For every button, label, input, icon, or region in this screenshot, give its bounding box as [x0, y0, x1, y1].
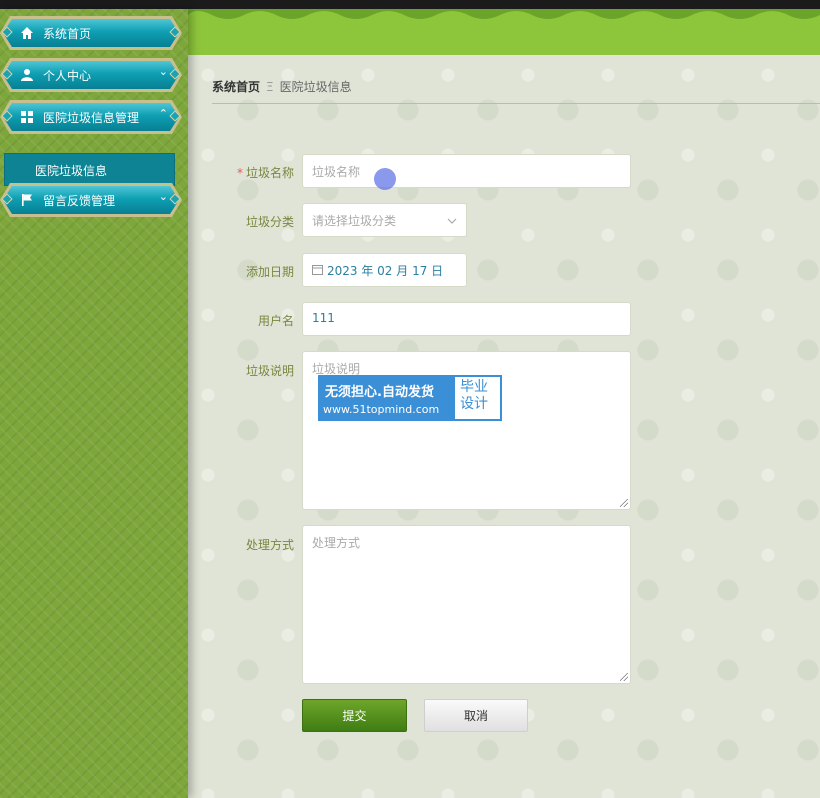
handling-textarea[interactable]: 处理方式: [302, 525, 631, 684]
cancel-button[interactable]: 取消: [424, 699, 528, 732]
watermark-line2: www.51topmind.com: [323, 403, 440, 416]
sidebar-item-personal-center[interactable]: 个人中心 ⌄: [0, 58, 182, 92]
header-banner: [188, 9, 820, 55]
chevron-down-icon: ⌄: [158, 65, 168, 78]
home-icon: [20, 26, 34, 40]
watermark-badge: 无须担心.自动发货 www.51topmind.com 毕业设计: [318, 375, 502, 421]
handling-label: 处理方式: [245, 538, 294, 552]
calendar-icon: [312, 264, 323, 278]
sidebar-item-label: 系统首页: [43, 27, 92, 41]
category-label: 垃圾分类: [245, 215, 294, 229]
sidebar: 系统首页 个人中心 ⌄ 医院垃圾信息管理 ⌃ 医院垃圾信息 留言反馈管理 ⌄: [0, 9, 188, 798]
sidebar-item-label: 留言反馈管理: [43, 194, 116, 208]
flag-icon: [20, 193, 34, 207]
chevron-up-icon: ⌃: [158, 107, 168, 120]
description-label: 垃圾说明: [245, 364, 294, 378]
header-wave: [188, 9, 820, 19]
submit-button[interactable]: 提交: [302, 699, 407, 732]
chevron-down-icon: [447, 215, 457, 229]
sidebar-item-home[interactable]: 系统首页: [0, 16, 182, 50]
name-input[interactable]: 垃圾名称: [302, 154, 631, 188]
category-placeholder: 请选择垃圾分类: [312, 214, 397, 228]
sidebar-subitem-label: 医院垃圾信息: [35, 164, 108, 178]
grid-icon: [20, 110, 34, 124]
watermark-line1: 无须担心.自动发货: [325, 385, 434, 400]
username-label: 用户名: [257, 314, 294, 328]
breadcrumb-home[interactable]: 系统首页: [212, 80, 260, 94]
sidebar-item-label: 医院垃圾信息管理: [43, 111, 140, 125]
date-input[interactable]: 2023 年 02 月 17 日: [302, 253, 467, 287]
required-mark: *: [236, 166, 243, 180]
watermark-right: 毕业设计: [460, 379, 488, 412]
user-icon: [20, 68, 34, 82]
sidebar-item-feedback-management[interactable]: 留言反馈管理 ⌄: [0, 183, 182, 217]
sidebar-item-label: 个人中心: [43, 69, 92, 83]
breadcrumb-separator-icon: Ξ: [266, 80, 274, 94]
handling-placeholder: 处理方式: [312, 536, 361, 550]
resize-handle-icon[interactable]: [620, 499, 628, 507]
window-title-bar: [0, 0, 820, 9]
name-label: * 垃圾名称: [236, 166, 294, 180]
username-value: 111: [312, 311, 335, 325]
username-input[interactable]: 111: [302, 302, 631, 336]
cursor-indicator: [374, 168, 396, 190]
chevron-down-icon: ⌄: [158, 190, 168, 203]
name-placeholder: 垃圾名称: [312, 165, 361, 179]
main-content: 系统首页 Ξ 医院垃圾信息 * 垃圾名称 垃圾名称 垃圾分类 请选择垃圾分类 添加日期…: [188, 55, 820, 798]
breadcrumb-current: 医院垃圾信息: [279, 80, 352, 94]
sidebar-item-waste-management[interactable]: 医院垃圾信息管理 ⌃: [0, 100, 182, 134]
breadcrumb-divider: [212, 103, 820, 104]
sidebar-subitem-waste-info[interactable]: 医院垃圾信息: [4, 153, 175, 186]
resize-handle-icon[interactable]: [620, 673, 628, 681]
date-value: 2023 年 02 月 17 日: [327, 264, 444, 278]
date-label: 添加日期: [245, 265, 294, 279]
breadcrumb: 系统首页 Ξ 医院垃圾信息: [212, 78, 352, 95]
category-select[interactable]: 请选择垃圾分类: [302, 203, 467, 237]
